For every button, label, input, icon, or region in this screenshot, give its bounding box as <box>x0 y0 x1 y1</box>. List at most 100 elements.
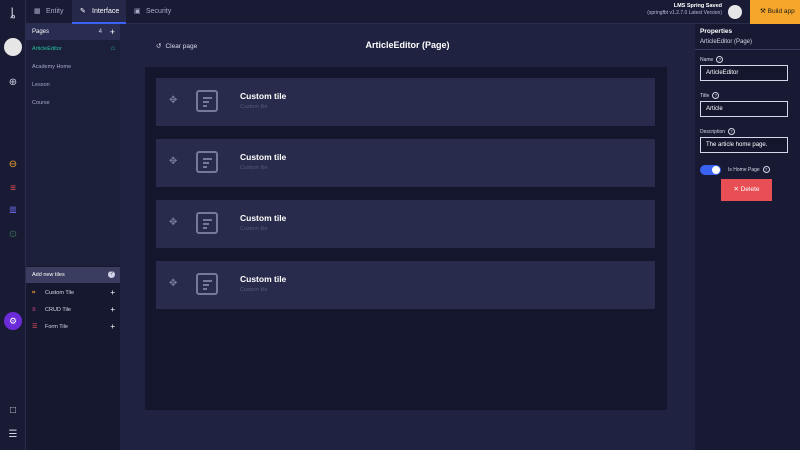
project-version: (springfbt v1.2.7.0 <box>647 10 688 16</box>
tile-icon <box>196 151 218 173</box>
tile-subtitle: Custom tile <box>240 165 268 171</box>
tab-interface[interactable]: ✎ Interface <box>72 0 126 24</box>
description-field[interactable]: The article home page. <box>700 137 788 153</box>
icon-rail: ȴ ⊕ ⊖ ≡ ≣ ⊙ ⚙ □ ☰ <box>0 0 26 450</box>
name-field[interactable]: ArticleEditor <box>700 65 788 81</box>
users-icon[interactable]: ⊙ <box>6 228 20 242</box>
help-icon[interactable]: ? <box>108 271 115 278</box>
drag-handle-icon[interactable]: ✥ <box>169 217 177 228</box>
add-page-icon[interactable]: + <box>110 24 115 40</box>
help-icon[interactable]: ? <box>762 166 770 173</box>
tab-label: Entity <box>46 8 64 15</box>
drag-handle-icon[interactable]: ✥ <box>169 278 177 289</box>
tile-title: Custom tile <box>240 91 287 101</box>
globe-icon[interactable]: ⊕ <box>6 76 20 90</box>
custom-tile[interactable]: ✥ Custom tile Custom tile <box>156 78 655 126</box>
delete-button[interactable]: ✕ Delete <box>721 179 772 201</box>
home-page-label: Is Home Page? <box>728 166 770 173</box>
project-info: LMS Spring Saved (springfbt v1.2.7.0 Lat… <box>647 3 722 17</box>
lock-icon: ▣ <box>134 8 141 15</box>
tab-label: Security <box>146 8 172 15</box>
add-form-tile[interactable]: ☰ Form Tile + <box>26 319 120 335</box>
name-label: Name? <box>700 56 724 63</box>
tile-icon <box>196 273 218 295</box>
tile-subtitle: Custom tile <box>240 104 268 110</box>
tab-label: Interface <box>92 8 120 15</box>
page-item-label: Lesson <box>32 82 50 88</box>
gear-icon[interactable]: ⚙ <box>4 312 22 330</box>
build-app-label: Build app <box>767 8 795 15</box>
main-area: ↺ Clear page ArticleEditor (Page) ✥ Custo… <box>120 24 695 450</box>
add-icon[interactable]: + <box>110 285 115 301</box>
tile-icon <box>196 90 218 112</box>
hammer-icon: ⚒ <box>760 8 768 15</box>
help-icon[interactable]: ? <box>712 92 720 99</box>
title-field[interactable]: Article <box>700 101 788 117</box>
left-panel: Pages 4 + ArticleEditor ⌂ Academy Home L… <box>26 24 120 450</box>
divider <box>695 49 800 50</box>
tile-title: Custom tile <box>240 213 287 223</box>
title-label-text: Title <box>700 93 710 99</box>
flow-icon[interactable]: ≡ <box>6 182 20 196</box>
tile-title: Custom tile <box>240 152 287 162</box>
list-icon[interactable]: ≣ <box>6 204 20 218</box>
add-tiles-title: Add new tiles <box>32 272 65 278</box>
add-custom-tile[interactable]: ⌗ Custom Tile + <box>26 285 120 301</box>
custom-tile[interactable]: ✥ Custom tile Custom tile <box>156 139 655 187</box>
add-crud-tile[interactable]: ≡ CRUD Tile + <box>26 302 120 318</box>
custom-tile-icon: ⌗ <box>32 290 36 296</box>
help-icon[interactable]: ? <box>728 128 736 135</box>
tile-subtitle: Custom tile <box>240 226 268 232</box>
page-item-course[interactable]: Course <box>26 94 120 112</box>
page-item-label: Course <box>32 100 50 106</box>
pages-list: ArticleEditor ⌂ Academy Home Lesson Cour… <box>26 40 120 266</box>
tab-entity[interactable]: ▦ Entity <box>26 0 72 24</box>
user-avatar[interactable] <box>4 38 22 56</box>
properties-panel: Properties ArticleEditor (Page) Name? Ar… <box>695 24 800 450</box>
logo-icon[interactable]: ȴ <box>5 5 21 19</box>
custom-tile[interactable]: ✥ Custom tile Custom tile <box>156 261 655 309</box>
toggle-knob <box>712 166 720 174</box>
top-bar: ▦ Entity ✎ Interface ▣ Security LMS Spring … <box>26 0 800 24</box>
custom-tile[interactable]: ✥ Custom tile Custom tile <box>156 200 655 248</box>
delete-label: Delete <box>740 186 760 193</box>
puzzle-icon[interactable]: ⊖ <box>6 158 20 172</box>
page-item-label: Academy Home <box>32 64 72 70</box>
paint-brush-icon: ✎ <box>80 8 86 15</box>
form-tile-icon: ☰ <box>32 324 38 330</box>
page-item-article-editor[interactable]: ArticleEditor ⌂ <box>26 40 120 58</box>
page-canvas: ✥ Custom tile Custom tile ✥ Custom tile … <box>145 67 667 410</box>
pages-header: Pages 4 + <box>26 24 120 40</box>
add-icon[interactable]: + <box>110 302 115 318</box>
drag-handle-icon[interactable]: ✥ <box>169 95 177 106</box>
entity-icon: ▦ <box>34 8 41 15</box>
page-item-lesson[interactable]: Lesson <box>26 76 120 94</box>
page-item-academy-home[interactable]: Academy Home <box>26 58 120 76</box>
home-page-toggle[interactable] <box>700 165 721 175</box>
add-icon[interactable]: + <box>110 319 115 335</box>
project-version-note: Latest Version) <box>688 10 722 16</box>
description-label: Description? <box>700 128 736 135</box>
close-icon: ✕ <box>733 186 741 193</box>
crud-tile-icon: ≡ <box>32 307 36 313</box>
title-label: Title? <box>700 92 720 99</box>
add-tiles-header: Add new tiles ? <box>26 267 120 283</box>
tile-label: Form Tile <box>45 324 68 330</box>
tile-label: Custom Tile <box>45 290 75 296</box>
properties-subtitle: ArticleEditor (Page) <box>700 39 753 45</box>
help-icon[interactable]: ? <box>716 56 724 63</box>
tile-label: CRUD Tile <box>45 307 71 313</box>
project-name: LMS Spring Saved <box>673 3 722 9</box>
menu-icon[interactable]: ☰ <box>6 428 20 442</box>
chat-icon[interactable]: □ <box>6 404 20 418</box>
tab-security[interactable]: ▣ Security <box>126 0 182 24</box>
drag-handle-icon[interactable]: ✥ <box>169 156 177 167</box>
build-app-button[interactable]: ⚒ Build app <box>750 0 800 24</box>
tile-icon <box>196 212 218 234</box>
pages-title: Pages <box>32 29 50 35</box>
project-avatar[interactable] <box>728 5 742 19</box>
description-label-text: Description <box>700 129 726 135</box>
pages-count: 4 <box>98 29 102 35</box>
name-label-text: Name <box>700 57 714 63</box>
tile-title: Custom tile <box>240 274 287 284</box>
